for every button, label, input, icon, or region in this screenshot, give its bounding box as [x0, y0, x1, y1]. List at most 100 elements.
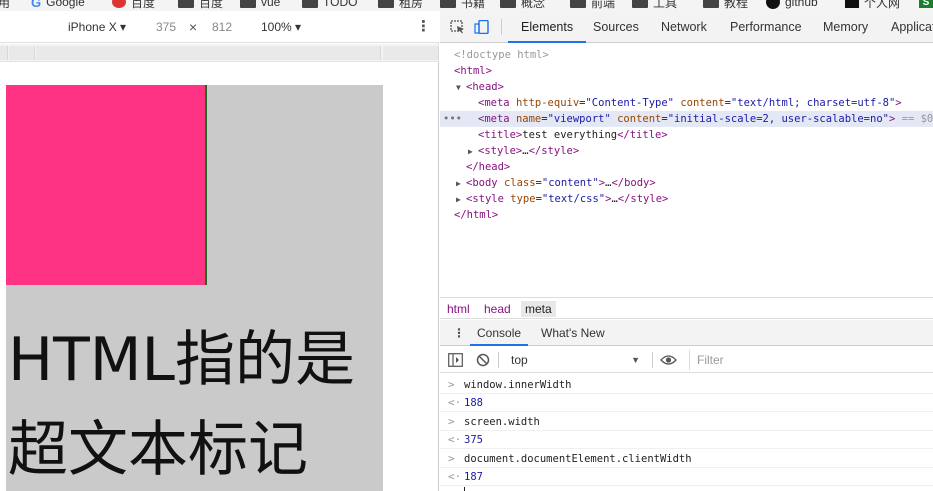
tab-elements[interactable]: Elements: [508, 11, 587, 43]
tab-memory[interactable]: Memory: [823, 11, 868, 43]
eye-icon[interactable]: [660, 354, 677, 366]
breadcrumb-head[interactable]: head: [480, 301, 515, 317]
zoom-select[interactable]: 100% ▾: [261, 20, 301, 34]
bookmark-folder[interactable]: 前端: [570, 0, 615, 10]
expand-triangle-icon[interactable]: ▶: [456, 176, 466, 191]
attr-value: "text/css": [541, 193, 606, 205]
bookmark-folder[interactable]: 工具: [632, 0, 677, 10]
site-icon: [845, 0, 859, 8]
folder-icon: [632, 0, 648, 8]
node-tag: <html>: [454, 65, 492, 77]
device-width-input[interactable]: 375: [156, 20, 176, 34]
tab-whats-new[interactable]: What's New: [541, 320, 605, 346]
node-actions-icon[interactable]: •••: [443, 111, 462, 127]
bookmark-s[interactable]: S: [919, 0, 933, 9]
bookmark-item[interactable]: 用: [0, 0, 10, 10]
toolbar-divider: [498, 352, 499, 368]
filter-input[interactable]: Filter: [689, 350, 933, 370]
console-command: document.documentElement.clientWidth: [464, 453, 692, 465]
dom-node-style[interactable]: ▶ <style>…</style>: [440, 143, 933, 159]
bookmark-label: 百度: [199, 0, 224, 10]
ruler-segment[interactable]: [383, 46, 439, 60]
context-select[interactable]: top ▼: [502, 350, 646, 370]
attr-value: "text/html; charset=utf-8": [730, 97, 896, 109]
dom-node-html-close[interactable]: </html>: [440, 207, 933, 223]
console-input-line[interactable]: > screen.width: [440, 413, 933, 431]
dom-node-title[interactable]: <title>test everything</title>: [440, 127, 933, 143]
dom-node-body[interactable]: ▶ <body class="content">…</body>: [440, 175, 933, 191]
bookmark-folder[interactable]: 租房: [378, 0, 423, 10]
dom-node-style-css[interactable]: ▶ <style type="text/css">…</style>: [440, 191, 933, 207]
result-icon: <·: [448, 470, 462, 483]
ruler-segment[interactable]: [36, 46, 381, 60]
bookmark-folder[interactable]: TODO: [302, 0, 357, 9]
bookmark-google[interactable]: G Google: [31, 0, 85, 10]
prompt-icon: >: [448, 415, 455, 428]
bookmark-baidu[interactable]: 百度: [112, 0, 156, 10]
expand-triangle-icon[interactable]: ▶: [456, 192, 466, 207]
tab-performance[interactable]: Performance: [730, 11, 802, 43]
pink-box: [6, 85, 207, 285]
dom-node-meta-content-type[interactable]: <meta http-equiv="Content-Type" content=…: [440, 95, 933, 111]
node-tag: >: [895, 97, 902, 109]
folder-icon: [302, 0, 318, 8]
tab-application[interactable]: Applicat: [891, 11, 933, 43]
drawer-menu-icon[interactable]: ⋮: [453, 320, 465, 346]
dom-node-doctype[interactable]: <!doctype html>: [440, 47, 933, 63]
folder-icon: [570, 0, 586, 8]
device-height-input[interactable]: 812: [212, 20, 232, 34]
selected-marker: == $0: [895, 113, 933, 125]
device-toggle-icon[interactable]: [474, 20, 490, 34]
s-icon: S: [919, 0, 933, 8]
folder-icon: [378, 0, 394, 8]
bookmark-folder[interactable]: 书籍: [440, 0, 486, 10]
tab-sources[interactable]: Sources: [593, 11, 639, 43]
console-caret[interactable]: [464, 487, 465, 491]
device-viewport-pane: iPhone X ▾ 375 × 812 100% ▾ ⋮ HTML指的是 超文…: [0, 11, 439, 491]
breadcrumb-meta[interactable]: meta: [521, 301, 556, 317]
bookmark-folder[interactable]: 百度: [178, 0, 224, 10]
bookmark-label: 书籍: [461, 0, 486, 10]
bookmark-github[interactable]: github: [766, 0, 818, 9]
expand-triangle-icon[interactable]: ▼: [456, 80, 466, 95]
bookmark-label: 百度: [131, 0, 156, 10]
expand-triangle-icon[interactable]: ▶: [468, 144, 478, 159]
console-input-line[interactable]: > window.innerWidth: [440, 376, 933, 394]
node-tag: <body: [466, 177, 504, 189]
more-options-icon[interactable]: ⋮: [416, 19, 431, 34]
ruler-segment[interactable]: [0, 46, 8, 60]
media-query-ruler[interactable]: [0, 44, 439, 62]
console-command: screen.width: [464, 416, 540, 428]
console-result-line: <· 375: [440, 431, 933, 449]
ruler-segment[interactable]: [9, 46, 35, 60]
folder-icon: [178, 0, 194, 8]
swap-dimensions-icon[interactable]: ×: [189, 19, 197, 35]
attr-name: name: [515, 113, 542, 125]
attr-value: "Content-Type": [585, 97, 674, 109]
bookmark-folder[interactable]: 概念: [500, 0, 545, 10]
dom-node-html[interactable]: <html>: [440, 63, 933, 79]
github-icon: [766, 0, 780, 9]
inspect-icon[interactable]: [450, 20, 466, 34]
dom-node-head[interactable]: ▼ <head>: [440, 79, 933, 95]
attr-value: "viewport": [547, 113, 611, 125]
tab-network[interactable]: Network: [661, 11, 707, 43]
node-tag: <title>: [478, 129, 523, 141]
dom-node-meta-viewport[interactable]: ••• <meta name="viewport" content="initi…: [440, 111, 933, 127]
folder-icon: [500, 0, 516, 8]
node-tag: </head>: [466, 161, 511, 173]
tab-console[interactable]: Console: [470, 320, 529, 346]
clear-console-icon[interactable]: [476, 353, 490, 367]
bookmark-label: 教程: [724, 0, 749, 10]
result-icon: <·: [448, 433, 462, 446]
device-select[interactable]: iPhone X ▾: [68, 20, 126, 34]
breadcrumb-html[interactable]: html: [443, 301, 474, 317]
sidebar-toggle-icon[interactable]: [448, 353, 463, 367]
bookmark-folder[interactable]: 教程: [703, 0, 749, 10]
console-input-line[interactable]: > document.documentElement.clientWidth: [440, 450, 933, 468]
bookmark-label: 个人网: [864, 0, 901, 10]
chevron-down-icon: ▼: [631, 355, 640, 365]
dom-node-head-close[interactable]: </head>: [440, 159, 933, 175]
bookmark-folder[interactable]: vue: [240, 0, 280, 9]
bookmark-site[interactable]: 个人网: [845, 0, 901, 10]
